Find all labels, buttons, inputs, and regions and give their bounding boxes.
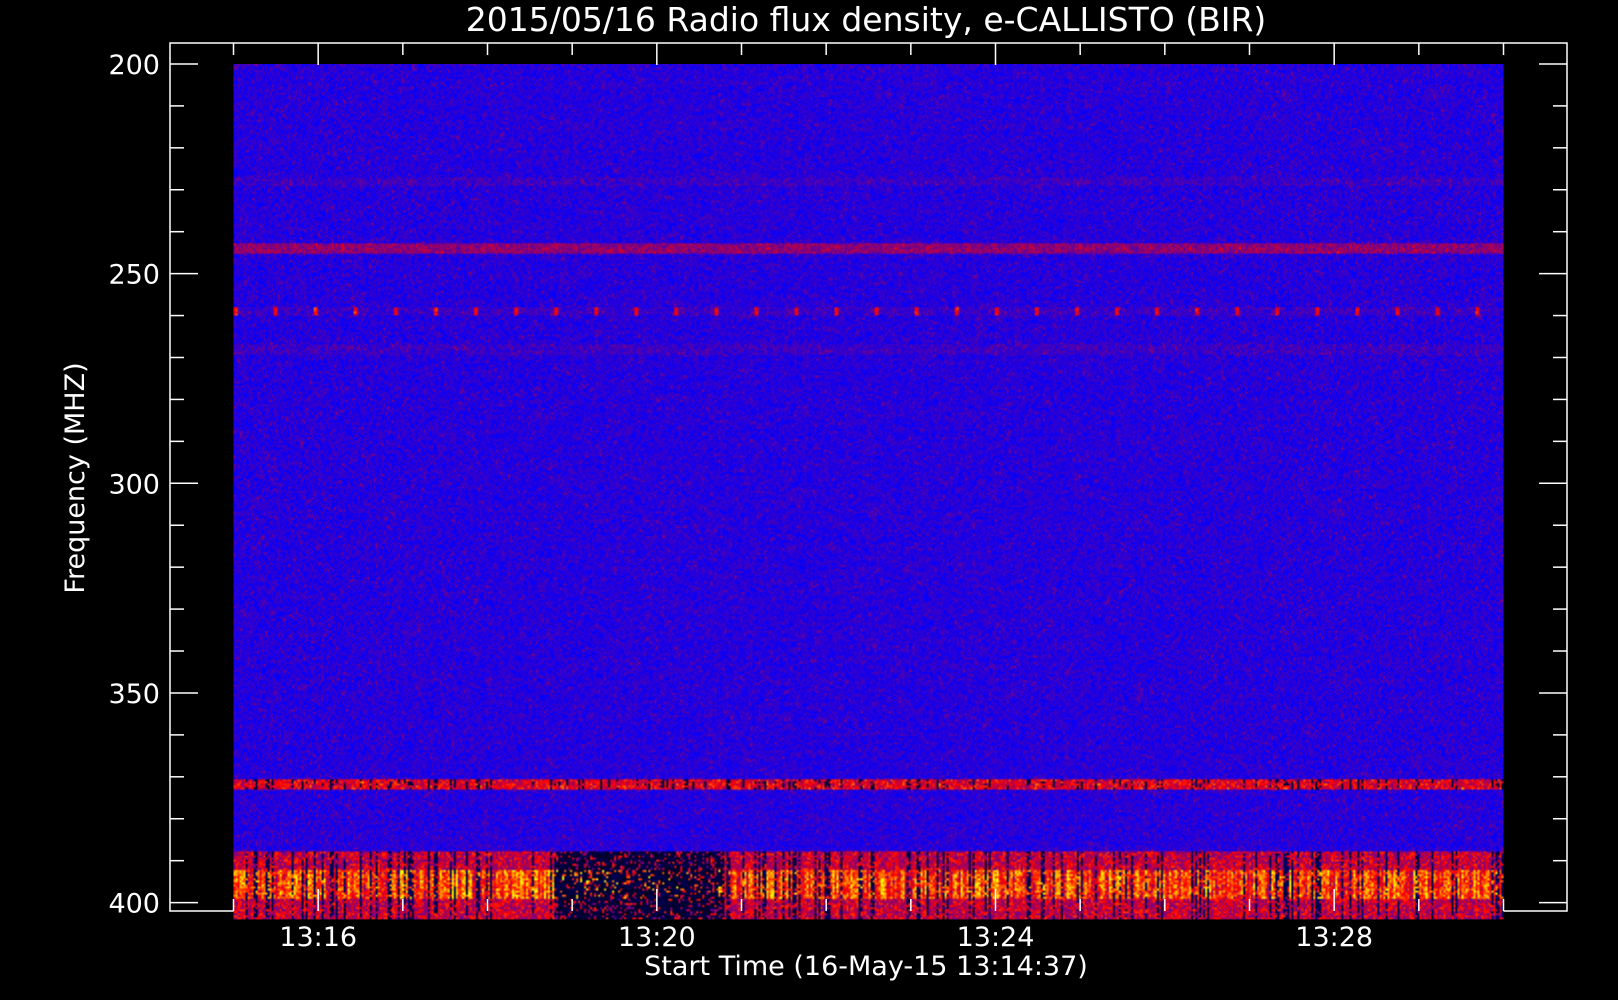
y-axis-label: Frequency (MHZ) — [60, 362, 91, 593]
y-tick-label: 350 — [108, 679, 160, 710]
x-tick-label: 13:24 — [957, 922, 1035, 953]
x-tick-labels: 13:16 13:20 13:24 13:28 — [279, 922, 1373, 953]
y-tick-label: 300 — [108, 469, 160, 500]
x-tick-label: 13:16 — [279, 922, 357, 953]
y-tick-labels: 200 250 300 350 400 — [108, 50, 160, 920]
y-tick-label: 200 — [108, 50, 160, 81]
chart-title: 2015/05/16 Radio flux density, e-CALLIST… — [466, 0, 1267, 39]
y-tick-label: 400 — [108, 889, 160, 920]
x-tick-label: 13:28 — [1295, 922, 1373, 953]
spectrogram-figure: 2015/05/16 Radio flux density, e-CALLIST… — [0, 0, 1618, 1000]
x-tick-label: 13:20 — [618, 922, 696, 953]
spectrogram-heatmap — [233, 64, 1504, 920]
x-axis-label: Start Time (16-May-15 13:14:37) — [644, 951, 1088, 982]
y-tick-label: 250 — [108, 260, 160, 291]
